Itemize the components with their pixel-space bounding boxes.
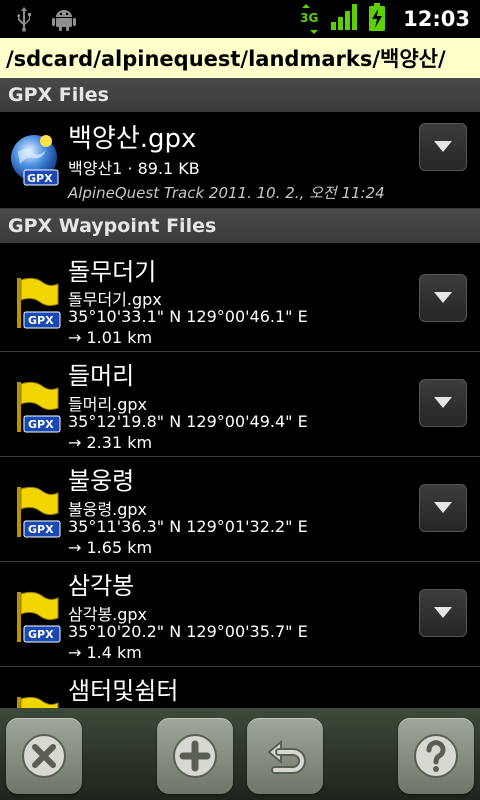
gpx-badge-label: GPX [28, 628, 54, 641]
section-title: GPX Waypoint Files [8, 215, 217, 237]
waypoint-coords: 35°11'36.3" N 129°01'32.2" E [68, 517, 308, 536]
globe-gpx-icon: GPX [8, 132, 64, 192]
help-icon [414, 734, 458, 778]
gpx-badge-label: GPX [27, 172, 53, 185]
waypoint-title: 삼각봉 [68, 572, 135, 600]
waypoint-title: 돌무더기 [68, 258, 157, 286]
chevron-down-icon [434, 141, 452, 152]
dropdown-button[interactable] [419, 274, 467, 322]
dropdown-button[interactable] [419, 379, 467, 427]
path-breadcrumb: /sdcard/alpinequest/landmarks/백양산/ [0, 38, 480, 78]
dropdown-button[interactable] [419, 484, 467, 532]
waypoint-row[interactable]: GPX 삼각봉 삼각봉.gpx 35°10'20.2" N 129°00'35.… [0, 562, 480, 667]
gpx-file-description: AlpineQuest Track 2011. 10. 2., 오전 11:24 [68, 184, 385, 202]
back-icon [267, 739, 306, 774]
add-button[interactable] [157, 718, 233, 794]
usb-icon [14, 6, 34, 36]
waypoint-distance: → 1.65 km [68, 538, 153, 557]
gpx-badge-label: GPX [28, 523, 54, 536]
flag-gpx-icon: GPX [8, 276, 64, 336]
section-title: GPX Files [8, 84, 109, 106]
waypoint-coords: 35°10'20.2" N 129°00'35.7" E [68, 622, 308, 641]
close-button[interactable] [6, 718, 82, 794]
section-header-waypoint-files: GPX Waypoint Files [0, 209, 480, 243]
gpx-badge-label: GPX [28, 314, 54, 327]
waypoint-title: 들머리 [68, 362, 135, 390]
gpx-file-row[interactable]: GPX 백양산.gpx 백양산1 · 89.1 KB AlpineQuest T… [0, 112, 480, 209]
android-debug-icon [52, 6, 76, 36]
help-button[interactable] [398, 718, 474, 794]
waypoint-coords: 35°12'19.8" N 129°00'49.4" E [68, 412, 308, 431]
dropdown-button[interactable] [419, 589, 467, 637]
battery-charging-icon [369, 3, 386, 35]
flag-gpx-icon: GPX [8, 380, 64, 440]
waypoint-distance: → 2.31 km [68, 433, 153, 452]
back-button[interactable] [247, 718, 323, 794]
waypoint-row[interactable]: GPX 들머리 들머리.gpx 35°12'19.8" N 129°00'49.… [0, 352, 480, 457]
waypoint-title: 불웅령 [68, 467, 135, 495]
flag-gpx-icon: GPX [8, 590, 64, 650]
waypoint-row[interactable]: GPX 불웅령 불웅령.gpx 35°11'36.3" N 129°01'32.… [0, 457, 480, 562]
status-clock: 12:03 [403, 7, 470, 31]
waypoint-coords: 35°10'33.1" N 129°00'46.1" E [68, 307, 308, 326]
signal-icon [331, 4, 359, 34]
chevron-down-icon [434, 397, 452, 408]
waypoint-title: 샘터및쉼터 [68, 677, 179, 705]
gpx-badge-label: GPX [28, 418, 54, 431]
status-bar: 3G 12:03 [0, 0, 480, 38]
waypoint-row[interactable]: GPX 돌무더기 돌무더기.gpx 35°10'33.1" N 129°00'4… [0, 246, 480, 352]
network-type-label: 3G [300, 11, 319, 25]
chevron-down-icon [434, 502, 452, 513]
waypoint-distance: → 1.01 km [68, 328, 153, 347]
bottom-toolbar [0, 708, 480, 800]
flag-gpx-icon: GPX [8, 485, 64, 545]
data-3g-icon: 3G [299, 4, 321, 34]
chevron-down-icon [434, 292, 452, 303]
dropdown-button[interactable] [419, 123, 467, 171]
waypoint-distance: → 1.4 km [68, 643, 142, 662]
add-icon [173, 734, 217, 778]
chevron-down-icon [434, 607, 452, 618]
gpx-file-title: 백양산.gpx [68, 124, 197, 154]
section-header-gpx-files: GPX Files [0, 78, 480, 112]
gpx-file-subtitle: 백양산1 · 89.1 KB [68, 159, 200, 178]
path-text: /sdcard/alpinequest/landmarks/백양산/ [6, 47, 446, 71]
close-icon [22, 734, 66, 778]
